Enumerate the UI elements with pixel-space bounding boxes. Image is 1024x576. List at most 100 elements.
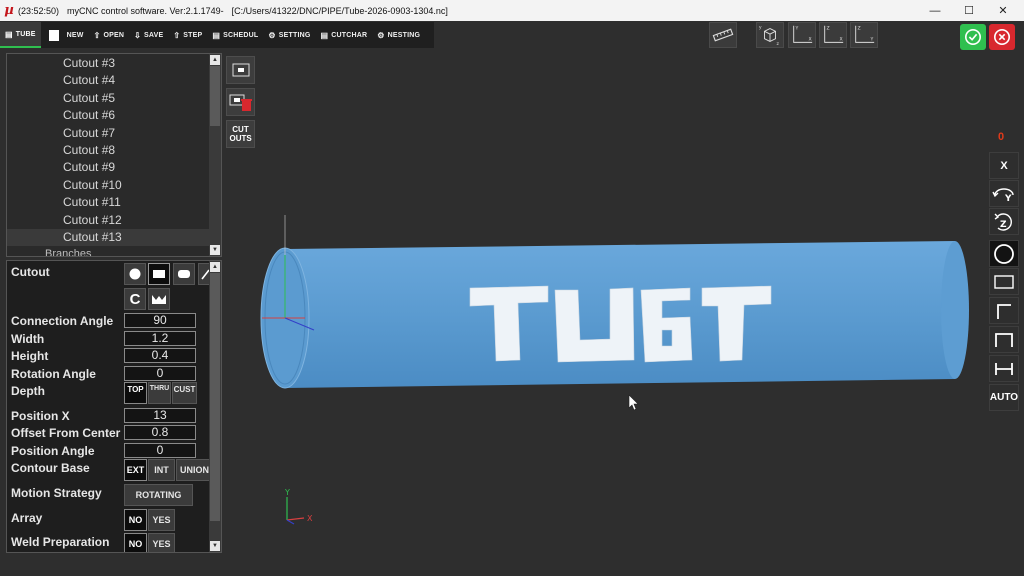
svg-text:Y: Y	[869, 37, 873, 43]
rounded-rect-icon	[178, 270, 190, 278]
rectangle-icon	[153, 270, 165, 278]
tree-item[interactable]: Cutout #7	[7, 125, 221, 142]
scroll-down-icon[interactable]: ▼	[210, 541, 220, 551]
shape-rect-button[interactable]	[148, 263, 170, 285]
app-title: myCNC control software. Ver:2.1.1749-	[67, 5, 224, 16]
confirm-button[interactable]	[960, 24, 986, 50]
tree-branch[interactable]: Branches	[7, 246, 221, 256]
mouse-cursor	[628, 394, 639, 411]
scroll-up-icon[interactable]: ▲	[210, 262, 220, 272]
download-icon: ⇩	[134, 30, 142, 40]
cutchar-button[interactable]: ▤ CUTCHAR	[316, 22, 373, 48]
file-path: [C:/Users/41322/DNC/PIPE/Tube-2026-0903-…	[231, 5, 448, 16]
new-icon	[48, 29, 59, 41]
weld-preparation-label: Weld Preparation	[11, 535, 110, 549]
depth-label: Depth	[11, 384, 45, 398]
svg-text:X: X	[808, 37, 812, 43]
view-zy-button[interactable]: ZY	[850, 22, 878, 48]
tree-item[interactable]: Cutout #3	[7, 55, 221, 72]
offset-from-center-input[interactable]: 0.8	[124, 425, 196, 440]
svg-text:y: y	[759, 26, 762, 31]
contour-union-button[interactable]: UNION	[176, 459, 210, 481]
cancel-icon	[993, 28, 1011, 46]
rotation-angle-input[interactable]: 0	[124, 366, 196, 381]
axes-zy-icon: ZY	[855, 25, 875, 43]
shape-c-button[interactable]: C	[124, 288, 146, 310]
cancel-button[interactable]	[989, 24, 1015, 50]
props-scrollbar[interactable]: ▲ ▼	[209, 261, 221, 552]
svg-text:X: X	[839, 37, 843, 43]
ruler-icon	[712, 28, 734, 42]
width-label: Width	[11, 332, 45, 346]
tree-item[interactable]: Cutout #12	[7, 212, 221, 229]
contour-int-button[interactable]: INT	[148, 459, 175, 481]
open-button[interactable]: ⇧ OPEN	[89, 22, 130, 48]
schedule-icon: ▤	[212, 30, 221, 40]
view-zx-button[interactable]: ZX	[819, 22, 847, 48]
tree-item-selected[interactable]: Cutout #13	[7, 228, 221, 247]
notch-icon	[152, 295, 166, 304]
view-iso-button[interactable]: zy	[756, 22, 784, 48]
shape-rounded-button[interactable]	[173, 263, 195, 285]
nesting-button[interactable]: ⚙ NESTING	[372, 22, 425, 48]
clock: (23:52:50)	[18, 5, 60, 16]
tree-item[interactable]: Cutout #5	[7, 90, 221, 107]
axis-gizmo: Y X	[284, 488, 313, 525]
shape-circle-button[interactable]	[124, 263, 146, 285]
scroll-thumb[interactable]	[210, 66, 220, 126]
tree-item[interactable]: Cutout #11	[7, 194, 221, 211]
height-label: Height	[11, 349, 49, 363]
schedule-button[interactable]: ▤ SCHEDUL	[207, 22, 263, 48]
add-cutout-icon	[232, 63, 249, 77]
depth-custom-button[interactable]: CUST	[172, 382, 197, 404]
step-button[interactable]: ⇧ STEP	[168, 22, 207, 48]
delete-cutout-button[interactable]	[226, 88, 255, 116]
tree-scrollbar[interactable]: ▲ ▼	[209, 54, 221, 256]
axes-xy-icon: YX	[793, 25, 812, 43]
position-angle-input[interactable]: 0	[124, 443, 196, 458]
scroll-thumb[interactable]	[210, 273, 220, 521]
close-window-button[interactable]: ✕	[986, 0, 1020, 21]
measure-button[interactable]	[709, 22, 737, 48]
save-button[interactable]: ⇩ SAVE	[129, 22, 168, 48]
motion-strategy-button[interactable]: ROTATING	[124, 484, 193, 506]
depth-top-button[interactable]: TOP	[124, 382, 147, 404]
tree-item[interactable]: Cutout #4	[7, 72, 221, 89]
maximize-button[interactable]: ☐	[952, 0, 986, 21]
tube-icon: ▤	[5, 29, 13, 39]
view-xy-button[interactable]: YX	[788, 22, 816, 48]
check-icon	[964, 28, 982, 46]
main-toolbar: ▤ TUBE NEW ⇧ OPEN ⇩ SAVE ⇧ STEP ▤ SCHEDU…	[0, 22, 434, 48]
cutouts-button[interactable]: CUT OUTS	[226, 120, 255, 148]
tree-item[interactable]: Cutout #10	[7, 177, 221, 194]
array-yes-button[interactable]: YES	[148, 509, 175, 531]
tab-tube[interactable]: ▤ TUBE	[0, 22, 41, 48]
upload-icon: ⇧	[173, 30, 181, 40]
depth-thru-button[interactable]: THRU	[148, 382, 171, 404]
cutchar-icon: ▤	[320, 30, 329, 40]
contour-base-label: Contour Base	[11, 461, 90, 475]
contour-ext-button[interactable]: EXT	[124, 459, 147, 481]
width-input[interactable]: 1.2	[124, 331, 196, 346]
add-cutout-button[interactable]	[226, 56, 255, 84]
scroll-up-icon[interactable]: ▲	[210, 55, 220, 65]
setting-button[interactable]: ⚙ SETTING	[263, 22, 315, 48]
weld-no-button[interactable]: NO	[124, 533, 147, 552]
tree-item[interactable]: Cutout #6	[7, 107, 221, 124]
scroll-down-icon[interactable]: ▼	[210, 245, 220, 255]
shape-notch-button[interactable]	[148, 288, 170, 310]
tree-item[interactable]: Cutout #9	[7, 159, 221, 176]
minimize-button[interactable]: —	[918, 0, 952, 21]
array-no-button[interactable]: NO	[124, 509, 147, 531]
height-input[interactable]: 0.4	[124, 348, 196, 363]
cube-icon: zy	[759, 26, 780, 48]
tree-item[interactable]: Cutout #8	[7, 142, 221, 159]
cutout-counter: 0	[998, 131, 1005, 143]
position-x-label: Position X	[11, 409, 70, 423]
connection-angle-input[interactable]: 90	[124, 313, 196, 328]
tube-viewport[interactable]: Y X	[230, 150, 1010, 550]
new-button[interactable]: NEW	[41, 22, 89, 48]
position-x-input[interactable]: 13	[124, 408, 196, 423]
weld-yes-button[interactable]: YES	[148, 533, 175, 552]
upload-icon: ⇧	[93, 30, 101, 40]
